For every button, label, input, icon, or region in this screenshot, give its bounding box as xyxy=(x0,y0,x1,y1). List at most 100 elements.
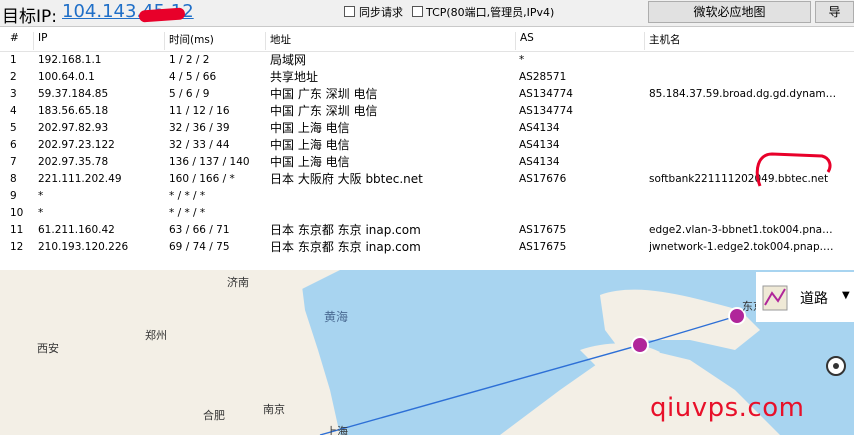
tcp-checkbox[interactable] xyxy=(412,6,423,17)
table-row[interactable]: 2 100.64.0.1 4 / 5 / 66 共享地址 AS28571 xyxy=(0,69,854,86)
row-ip: 202.97.82.93 xyxy=(38,122,109,134)
row-time: 32 / 36 / 39 xyxy=(169,122,230,134)
row-as: AS4134 xyxy=(519,156,560,168)
col-time[interactable]: 时间(ms) xyxy=(164,32,267,50)
table-row[interactable]: 8 221.111.202.49 160 / 166 / * 日本 大阪府 大阪 bb… xyxy=(0,171,854,188)
target-ip-label: 目标IP: xyxy=(2,7,57,27)
col-hostname[interactable]: 主机名 xyxy=(644,32,849,50)
sync-request-label: 同步请求 xyxy=(359,6,403,19)
sync-request-checkbox[interactable] xyxy=(344,6,355,17)
chevron-down-icon: ▼ xyxy=(842,290,850,301)
map-layer-switch[interactable]: 道路 ▼ xyxy=(756,272,854,322)
row-ip: 202.97.23.122 xyxy=(38,139,115,151)
row-ip: * xyxy=(38,190,44,202)
row-time: 32 / 33 / 44 xyxy=(169,139,230,151)
table-row[interactable]: 5 202.97.82.93 32 / 36 / 39 中国 上海 电信 AS4134 xyxy=(0,120,854,137)
row-as: * xyxy=(519,54,525,66)
row-address: 中国 广东 深圳 电信 xyxy=(270,104,378,118)
map-label-hefei: 合肥 xyxy=(203,409,225,422)
row-as: AS17676 xyxy=(519,173,567,185)
row-address: 局域网 xyxy=(270,53,307,67)
row-time: 5 / 6 / 9 xyxy=(169,88,210,100)
row-ip: 59.37.184.85 xyxy=(38,88,109,100)
row-address: 日本 东京都 东京 inap.com xyxy=(270,240,421,254)
row-as: AS28571 xyxy=(519,71,567,83)
table-row[interactable]: 9 * * / * / * xyxy=(0,188,854,205)
row-num: 11 xyxy=(10,224,24,236)
row-address: 中国 上海 电信 xyxy=(270,121,350,135)
toolbar: 目标IP: 104.143.45.12 同步请求 TCP(80端口,管理员,IP… xyxy=(0,0,854,27)
table-row[interactable]: 1 192.168.1.1 1 / 2 / 2 局域网 * xyxy=(0,52,854,69)
row-ip: 202.97.35.78 xyxy=(38,156,109,168)
row-as: AS4134 xyxy=(519,139,560,151)
table-row[interactable]: 4 183.56.65.18 11 / 12 / 16 中国 广东 深圳 电信 AS13… xyxy=(0,103,854,120)
row-num: 7 xyxy=(10,156,17,168)
row-time: 160 / 166 / * xyxy=(169,173,235,185)
row-ip: 221.111.202.49 xyxy=(38,173,122,185)
table-row[interactable]: 10 * * / * / * xyxy=(0,205,854,222)
row-as: AS17675 xyxy=(519,224,567,236)
row-as: AS134774 xyxy=(519,88,573,100)
row-hostname: 85.184.37.59.broad.dg.gd.dynamic... xyxy=(649,88,839,100)
row-as: AS17675 xyxy=(519,241,567,253)
map-label-nanjing: 南京 xyxy=(263,403,285,416)
map-label-zhengzhou: 郑州 xyxy=(145,329,167,342)
row-num: 2 xyxy=(10,71,17,83)
table-row[interactable]: 11 61.211.160.42 63 / 66 / 71 日本 东京都 东京 ina… xyxy=(0,222,854,239)
col-address[interactable]: 地址 xyxy=(265,32,518,50)
table-header: # IP 时间(ms) 地址 AS 主机名 xyxy=(0,27,854,52)
row-time: 136 / 137 / 140 xyxy=(169,156,250,168)
bing-map-button[interactable]: 微软必应地图 xyxy=(648,1,811,23)
row-address: 中国 广东 深圳 电信 xyxy=(270,87,378,101)
row-num: 12 xyxy=(10,241,24,253)
table-row[interactable]: 3 59.37.184.85 5 / 6 / 9 中国 广东 深圳 电信 AS13477… xyxy=(0,86,854,103)
row-time: * / * / * xyxy=(169,190,206,202)
export-button[interactable]: 导 xyxy=(815,1,854,23)
trace-table: # IP 时间(ms) 地址 AS 主机名 1 192.168.1.1 1 / 2 … xyxy=(0,26,854,263)
table-row[interactable]: 12 210.193.120.226 69 / 74 / 75 日本 东京都 东京 i… xyxy=(0,239,854,256)
col-ip[interactable]: IP xyxy=(33,32,166,50)
annotation-mark xyxy=(755,152,832,187)
row-ip: 183.56.65.18 xyxy=(38,105,109,117)
row-ip: 192.168.1.1 xyxy=(38,54,102,66)
row-time: 4 / 5 / 66 xyxy=(169,71,217,83)
table-row[interactable]: 6 202.97.23.122 32 / 33 / 44 中国 上海 电信 AS4134 xyxy=(0,137,854,154)
row-time: 69 / 74 / 75 xyxy=(169,241,230,253)
map-label-jinan: 济南 xyxy=(227,276,249,289)
row-hostname: jwnetwork-1.edge2.tok004.pnap.net xyxy=(649,241,839,253)
table-row[interactable]: 7 202.97.35.78 136 / 137 / 140 中国 上海 电信 AS41… xyxy=(0,154,854,171)
row-time: 63 / 66 / 71 xyxy=(169,224,230,236)
row-num: 9 xyxy=(10,190,17,202)
row-num: 5 xyxy=(10,122,17,134)
row-time: 11 / 12 / 16 xyxy=(169,105,230,117)
watermark: qiuvps.com xyxy=(650,393,805,423)
row-num: 8 xyxy=(10,173,17,185)
row-as: AS4134 xyxy=(519,122,560,134)
map-label-yellow-sea: 黄海 xyxy=(324,310,349,324)
road-layer-label: 道路 xyxy=(800,291,828,307)
row-address: 共享地址 xyxy=(270,70,319,84)
row-ip: 210.193.120.226 xyxy=(38,241,129,253)
map-label-xian: 西安 xyxy=(37,342,59,355)
row-num: 3 xyxy=(10,88,17,100)
row-ip: * xyxy=(38,207,44,219)
map-label-shanghai: 上海 xyxy=(326,425,348,435)
osaka-marker[interactable] xyxy=(631,336,649,354)
row-ip: 61.211.160.42 xyxy=(38,224,115,236)
row-hostname: edge2.vlan-3-bbnet1.tok004.pnap.net xyxy=(649,224,839,236)
row-time: 1 / 2 / 2 xyxy=(169,54,210,66)
col-as[interactable]: AS xyxy=(515,32,646,50)
col-num[interactable]: # xyxy=(6,32,32,50)
row-time: * / * / * xyxy=(169,207,206,219)
row-ip: 100.64.0.1 xyxy=(38,71,95,83)
row-num: 6 xyxy=(10,139,17,151)
row-address: 中国 上海 电信 xyxy=(270,155,350,169)
row-num: 1 xyxy=(10,54,17,66)
row-address: 日本 大阪府 大阪 bbtec.net xyxy=(270,172,423,186)
row-as: AS134774 xyxy=(519,105,573,117)
row-num: 4 xyxy=(10,105,17,117)
road-layer-icon xyxy=(762,285,788,311)
row-address: 中国 上海 电信 xyxy=(270,138,350,152)
tcp-label: TCP(80端口,管理员,IPv4) xyxy=(426,6,555,19)
row-address: 日本 东京都 东京 inap.com xyxy=(270,223,421,237)
